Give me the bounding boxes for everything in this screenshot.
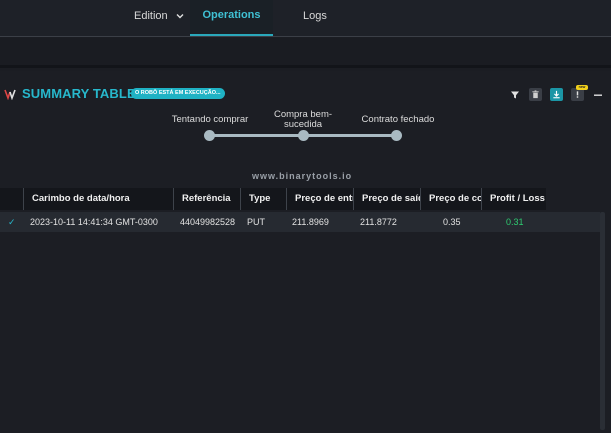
tab-logs[interactable]: Logs [303,0,327,36]
column-header-reference[interactable]: Referência [174,188,241,210]
filter-button[interactable] [508,88,521,101]
cell-buy-price: 0.35 [443,217,461,227]
download-button[interactable] [550,88,563,101]
cell-reference: 44049982528 [180,217,236,227]
row-status-check: ✓ [8,217,16,227]
toolbar-strip [0,38,611,68]
column-header-profit-loss[interactable]: Profit / Loss [482,188,546,210]
cell-profit-loss: 0.31 [506,217,524,227]
cell-timestamp: 2023-10-11 14:41:34 GMT-0300 [30,217,158,227]
minimize-button[interactable] [591,88,604,101]
column-header-exit-price[interactable]: Preço de saída [354,188,421,210]
column-header-type[interactable]: Type [241,188,287,210]
column-header-buy-price[interactable]: Preço de compra [421,188,482,210]
tab-edition[interactable]: Edition [134,0,168,36]
new-badge: new [576,85,588,90]
step-purchase-successful: Compra bem-sucedida [273,109,333,130]
column-header-timestamp[interactable]: Carimbo de data/hora [24,188,174,210]
tab-operations[interactable]: Operations [190,0,273,36]
cell-type: PUT [247,217,265,227]
help-icon [576,91,579,98]
step-dot [391,130,402,141]
minimize-icon [593,94,602,96]
table-header-status [0,188,24,210]
column-header-entry-price[interactable]: Preço de entrada [287,188,354,210]
cell-exit-price: 211.8772 [360,217,397,227]
watermark: www.binarytools.io [252,171,353,181]
cell-entry-price: 211.8969 [292,217,329,227]
summary-title: SUMMARY TABLE [22,86,136,101]
filter-icon [510,91,519,98]
step-dot [298,130,309,141]
chevron-down-icon[interactable] [174,10,186,22]
table-scrollbar[interactable] [600,212,605,430]
clear-button[interactable] [529,88,542,101]
status-badge: O ROBÔ ESTÁ EM EXECUÇÃO... [131,88,225,99]
step-contract-closed: Contrato fechado [361,114,435,125]
step-dot [204,130,215,141]
download-icon [553,90,560,99]
app-logo-icon [4,89,16,100]
step-trying-to-buy: Tentando comprar [171,114,249,125]
trash-icon [532,90,539,99]
